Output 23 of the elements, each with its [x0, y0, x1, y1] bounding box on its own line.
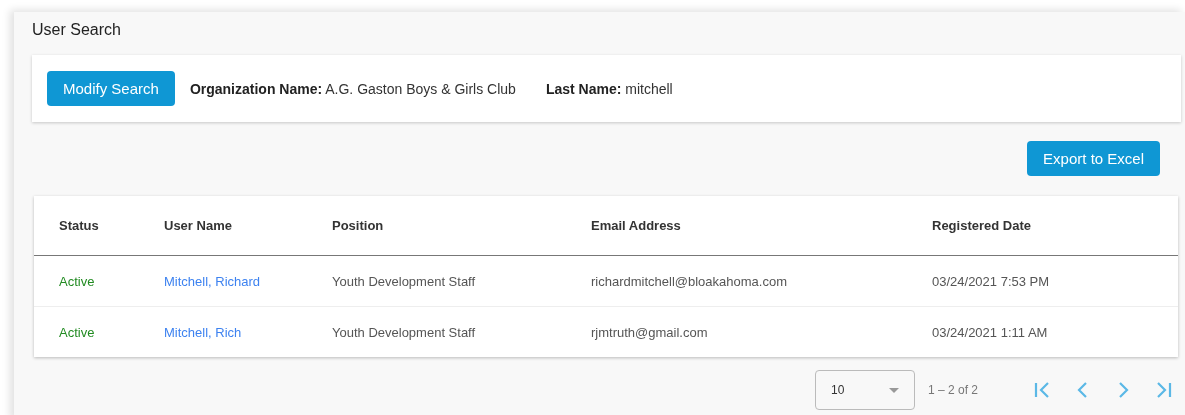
filter-label: Last Name: mitchell — [545, 80, 673, 97]
column-header: Registered Date — [931, 196, 1178, 256]
user-name-link[interactable]: Mitchell, Richard — [164, 273, 261, 289]
page-title: User Search — [32, 20, 122, 40]
table-cell: richardmitchell@bloakahoma.com — [590, 255, 931, 307]
column-header: Email Address — [590, 196, 931, 256]
filter-label: Organization Name: A.G. Gaston Boys & Girls Club — [189, 80, 516, 97]
page-range: 1 – 2 of 2 — [927, 383, 978, 397]
table-cell: rjmtruth@gmail.com — [590, 306, 931, 357]
table-cell: 03/24/2021 7:53 PM — [931, 255, 1178, 307]
modify-search-button[interactable]: Modify Search — [47, 71, 175, 106]
table-cell: Youth Development Staff — [331, 306, 590, 357]
user-name-link[interactable]: Mitchell, Rich — [164, 324, 242, 340]
column-header: User Name — [163, 196, 331, 256]
page-size-select[interactable]: 10 — [814, 370, 915, 410]
column-header: Status — [34, 196, 163, 256]
caret-icon — [888, 387, 899, 393]
table-cell: Youth Development Staff — [331, 255, 590, 307]
status-cell: Active — [34, 255, 163, 307]
status-cell: Active — [34, 306, 163, 357]
column-header: Position — [331, 196, 590, 256]
export-button[interactable]: Export to Excel — [1027, 141, 1160, 176]
table-cell: 03/24/2021 1:11 AM — [931, 306, 1178, 357]
